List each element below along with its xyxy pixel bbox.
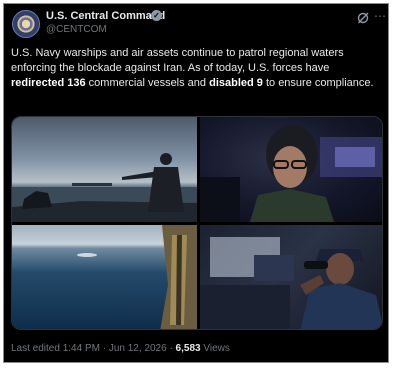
photo-sailor-binoculars-scene — [200, 237, 382, 329]
verified-badge-icon: ✓ — [151, 10, 162, 21]
redirected-count: redirected 136 — [11, 77, 86, 89]
post-text-part: U.S. Navy warships and air assets contin… — [11, 47, 344, 74]
post-card: U.S. Central Command ✓ @CENTCOM ⋯ U.S. N… — [3, 3, 389, 363]
photo-sailor-headset[interactable] — [200, 117, 382, 222]
views-label: Views — [200, 343, 230, 354]
photo-sailor-binoculars[interactable] — [200, 225, 382, 329]
photo-ocean-aerial-scene — [77, 225, 197, 329]
account-handle[interactable]: @CENTCOM — [46, 24, 107, 35]
edited-timestamp[interactable]: Last edited 1:44 PM · Jun 12, 2026 · — [11, 343, 176, 354]
post-header: U.S. Central Command ✓ @CENTCOM ⋯ — [4, 4, 388, 44]
post-text-part: commercial vessels and — [85, 77, 210, 89]
post-text-part: to ensure compliance. — [262, 77, 374, 89]
grok-icon[interactable] — [356, 11, 370, 25]
photo-sailor-on-deck-scene — [12, 153, 197, 222]
avatar[interactable] — [12, 10, 40, 38]
photo-ocean-aerial[interactable] — [12, 225, 197, 329]
photo-sailor-on-deck[interactable] — [12, 117, 197, 222]
more-icon[interactable]: ⋯ — [374, 10, 386, 22]
views-count: 6,583 — [175, 343, 201, 354]
account-name[interactable]: U.S. Central Command — [46, 10, 165, 22]
disabled-count: disabled 9 — [209, 77, 263, 89]
media-grid — [11, 116, 383, 330]
photo-sailor-headset-scene — [200, 125, 382, 222]
post-text: U.S. Navy warships and air assets contin… — [11, 46, 383, 91]
post-footer: Last edited 1:44 PM · Jun 12, 2026 · 6,5… — [11, 343, 230, 354]
